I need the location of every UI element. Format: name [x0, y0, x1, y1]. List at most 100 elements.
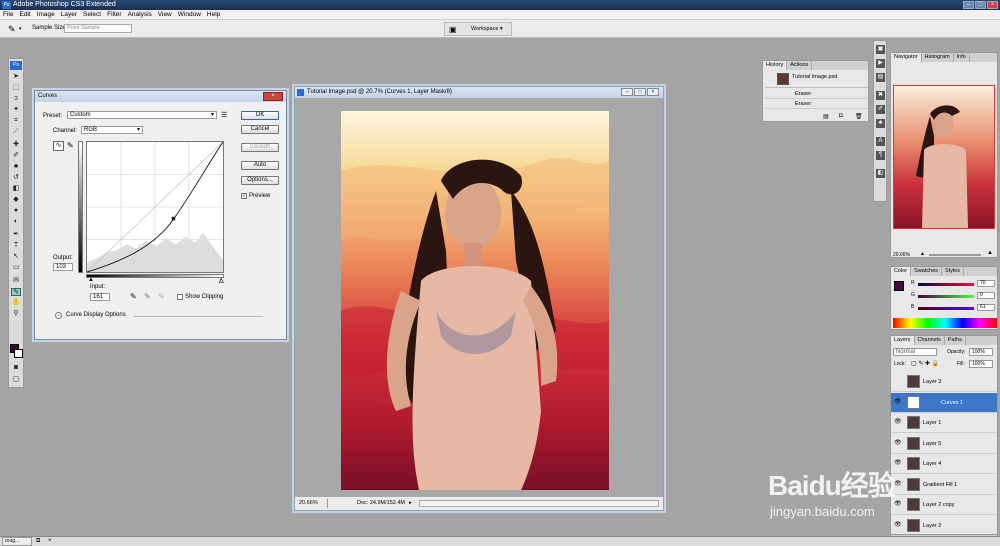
- layer-row[interactable]: 👁 Gradient Fill 1: [891, 475, 997, 495]
- crop-tool-icon[interactable]: ⌗: [11, 117, 21, 125]
- maximize-button[interactable]: □: [634, 88, 646, 96]
- color-ramp[interactable]: [893, 318, 997, 328]
- marquee-tool-icon[interactable]: ⬚: [11, 84, 21, 92]
- minimize-button[interactable]: –: [963, 1, 974, 9]
- menu-view[interactable]: View: [155, 10, 175, 19]
- paint-bucket-icon[interactable]: ◆: [11, 196, 21, 204]
- eye-icon[interactable]: 👁: [894, 399, 902, 406]
- doc-size-info[interactable]: Doc: 24.9M/152.4M: [357, 497, 405, 509]
- pencil-draw-icon[interactable]: ✎: [67, 141, 74, 150]
- gray-eyedropper-icon[interactable]: ✎: [144, 292, 151, 301]
- tab-channels[interactable]: Channels: [915, 336, 945, 345]
- notes-tool-icon[interactable]: ✉: [11, 277, 21, 285]
- menu-filter[interactable]: Filter: [104, 10, 124, 19]
- eyedropper-icon[interactable]: ✎: [8, 24, 16, 35]
- type-tool-icon[interactable]: T: [11, 242, 21, 250]
- background-color-swatch[interactable]: [14, 349, 23, 358]
- workspace-button[interactable]: ▣ Workspace ▾: [444, 22, 512, 36]
- preset-options-icon[interactable]: ☰: [221, 111, 227, 119]
- blend-mode-select[interactable]: Normal: [893, 348, 937, 356]
- eye-icon[interactable]: 👁: [894, 440, 902, 447]
- tools-panel-icon[interactable]: ✖: [876, 91, 885, 100]
- zoom-in-icon[interactable]: ▲: [987, 250, 993, 256]
- green-slider[interactable]: [918, 295, 974, 298]
- show-clipping-checkbox[interactable]: [177, 294, 183, 300]
- tab-color[interactable]: Color: [891, 267, 912, 276]
- layer-comps-icon[interactable]: ◧: [876, 169, 885, 178]
- history-brush-icon[interactable]: ↺: [11, 174, 21, 182]
- blur-tool-icon[interactable]: ●: [11, 207, 21, 215]
- paragraph-panel-icon[interactable]: ¶: [876, 151, 885, 160]
- tab-styles[interactable]: Styles: [942, 267, 964, 276]
- black-point-slider-icon[interactable]: ▲: [88, 277, 94, 283]
- layer-row[interactable]: 👁 Layer 2: [891, 516, 997, 536]
- brush-panel-icon[interactable]: ✐: [876, 105, 885, 114]
- eye-icon[interactable]: 👁: [894, 419, 902, 426]
- zoom-out-icon[interactable]: ▴: [921, 250, 924, 257]
- tab-info[interactable]: Info: [954, 53, 970, 62]
- navigator-panel-icon[interactable]: ▣: [876, 45, 885, 54]
- zoom-slider[interactable]: [929, 254, 981, 256]
- minimize-button[interactable]: –: [621, 88, 633, 96]
- layer-row[interactable]: 👁 Layer 2 copy: [891, 495, 997, 515]
- tab-actions[interactable]: Actions: [787, 61, 813, 70]
- layer-row[interactable]: 👁 Layer 1: [891, 413, 997, 433]
- curve-control-point[interactable]: [171, 216, 176, 221]
- foreground-color-swatch[interactable]: [894, 281, 904, 291]
- menu-help[interactable]: Help: [204, 10, 223, 19]
- menu-image[interactable]: Image: [34, 10, 58, 19]
- layer-row[interactable]: Layer 3: [891, 372, 997, 392]
- slice-tool-icon[interactable]: ⟋: [11, 128, 21, 136]
- healing-brush-icon[interactable]: ✚: [11, 141, 21, 149]
- ok-button[interactable]: OK: [241, 111, 279, 120]
- smooth-button[interactable]: Smooth: [241, 143, 279, 152]
- color-panel-icon[interactable]: ▤: [876, 73, 885, 82]
- fill-field[interactable]: 100%: [969, 360, 993, 368]
- camera-snapshot-icon[interactable]: ◘: [839, 113, 843, 119]
- auto-button[interactable]: Auto: [241, 161, 279, 170]
- clone-source-icon[interactable]: ♣: [876, 119, 885, 128]
- restore-icon[interactable]: ⧉: [36, 538, 40, 545]
- menu-analysis[interactable]: Analysis: [125, 10, 155, 19]
- cancel-button[interactable]: Cancel: [241, 125, 279, 134]
- blue-slider[interactable]: [918, 307, 974, 310]
- options-button[interactable]: Options...: [241, 176, 279, 185]
- maximize-button[interactable]: □: [975, 1, 986, 9]
- photoshop-logo-icon[interactable]: Ps: [10, 61, 22, 70]
- minimized-document[interactable]: roug...: [2, 537, 32, 546]
- horizontal-scrollbar[interactable]: [419, 500, 659, 507]
- close-icon[interactable]: ×: [263, 92, 283, 101]
- status-menu-icon[interactable]: ▸: [409, 497, 412, 509]
- clone-stamp-icon[interactable]: ♣: [11, 163, 21, 171]
- curve-point-tool-icon[interactable]: ∿: [53, 141, 64, 151]
- screen-mode-icon[interactable]: ▢: [11, 376, 21, 384]
- path-selection-icon[interactable]: ↖: [11, 253, 21, 261]
- history-item[interactable]: Eraser: [765, 99, 868, 109]
- canvas-area[interactable]: [295, 98, 663, 496]
- red-slider[interactable]: [918, 283, 974, 286]
- lock-pixels-icon[interactable]: ▢ ✎ ✚ 🔒: [911, 360, 939, 367]
- tab-histogram[interactable]: Histogram: [922, 53, 954, 62]
- white-point-slider-icon[interactable]: △: [219, 277, 224, 284]
- menu-layer[interactable]: Layer: [58, 10, 80, 19]
- close-icon[interactable]: ×: [48, 538, 52, 544]
- layer-row[interactable]: 👁 Layer 5: [891, 434, 997, 454]
- tab-layers[interactable]: Layers: [891, 336, 915, 345]
- magic-wand-tool-icon[interactable]: ✦: [11, 106, 21, 114]
- brush-tool-icon[interactable]: ✐: [11, 152, 21, 160]
- menu-file[interactable]: File: [0, 10, 16, 19]
- dodge-tool-icon[interactable]: ◐: [11, 218, 21, 226]
- canvas-image[interactable]: [341, 111, 609, 490]
- curves-graph[interactable]: [86, 141, 224, 273]
- navigator-preview[interactable]: [893, 85, 995, 229]
- navigator-zoom[interactable]: 20.66%: [893, 252, 910, 258]
- eye-icon[interactable]: 👁: [894, 522, 902, 529]
- close-button[interactable]: ×: [647, 88, 659, 96]
- input-field[interactable]: 161: [90, 293, 110, 301]
- zoom-level[interactable]: 20.66%: [299, 497, 318, 509]
- output-field[interactable]: 103: [53, 263, 73, 271]
- new-document-icon[interactable]: ▤: [823, 113, 829, 120]
- black-eyedropper-icon[interactable]: ✎: [130, 292, 137, 301]
- zoom-tool-icon[interactable]: ⚲: [11, 310, 21, 318]
- tab-swatches[interactable]: Swatches: [911, 267, 943, 276]
